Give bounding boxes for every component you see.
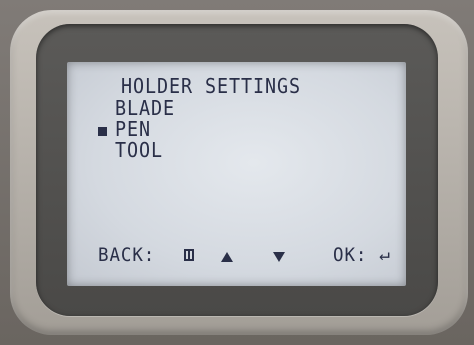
- lcd-screen: HOLDER SETTINGS BLADE PEN TOOL BACK: OK:…: [67, 62, 406, 286]
- screen-title: HOLDER SETTINGS: [121, 74, 301, 98]
- enter-icon: ↵: [379, 244, 390, 265]
- back-key-icon: [184, 249, 194, 261]
- down-arrow-icon: [273, 252, 285, 262]
- ok-hint-label: OK:: [333, 244, 368, 266]
- menu-item-pen[interactable]: PEN: [115, 119, 151, 139]
- back-hint-label: BACK:: [98, 244, 156, 266]
- menu-item-tool[interactable]: TOOL: [115, 140, 163, 160]
- menu-item-blade[interactable]: BLADE: [115, 98, 175, 118]
- selection-cursor-icon: [98, 127, 107, 136]
- up-arrow-icon: [221, 252, 233, 262]
